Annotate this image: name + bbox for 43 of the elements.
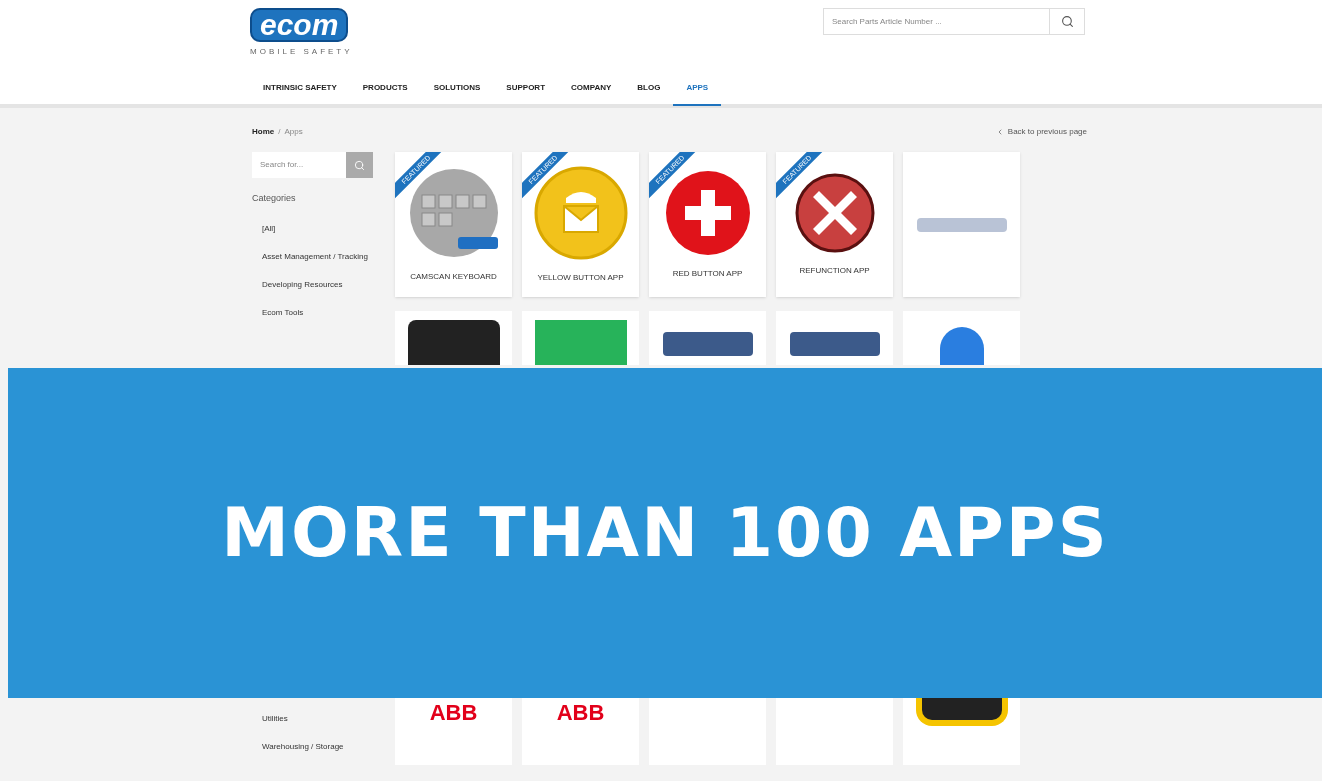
nav-tab[interactable]: APPS [673,82,722,106]
search-field[interactable]: Search for... [252,152,346,178]
app-card[interactable] [776,311,893,365]
nav-tab[interactable]: PRODUCTS [349,82,421,106]
search-button[interactable] [1050,8,1085,35]
categories-heading: Categories [252,192,297,205]
category-link[interactable]: Ecom Tools [262,305,373,320]
banner-headline: MORE THAN 100 APPS [221,492,1109,574]
search-icon [354,159,365,171]
app-name: RED BUTTON APP [672,267,743,280]
app-card[interactable]: ABB [522,698,639,765]
breadcrumb-link[interactable]: Home [252,126,275,138]
app-name: CAMSCAN KEYBOARD [410,270,497,283]
app-tile-icon [407,320,500,365]
category-link[interactable]: [All] [262,221,373,236]
app-card[interactable]: ABB [395,698,512,765]
category-link[interactable]: Asset Management / Tracking [262,249,373,264]
breadcrumb-separator: / [278,126,281,138]
nav-tab[interactable]: COMPANY [558,82,625,106]
search-button[interactable] [346,152,373,178]
nav-tab[interactable]: SOLUTIONS [420,82,494,106]
app-name: REFUNCTION APP [799,264,870,277]
category-link[interactable]: Warehousing / Storage [262,741,373,753]
app-card[interactable] [649,311,766,365]
category-link[interactable]: Developing Resources [262,277,373,292]
abb-logo: ABB [556,702,605,724]
nav-tab[interactable]: BLOG [624,82,674,106]
category-link[interactable]: Utilities [262,713,373,725]
abb-logo: ABB [429,702,478,724]
breadcrumb-current: Apps [284,126,303,138]
logo-wordmark: ecom [250,8,349,42]
wifi-tile-icon [915,698,1008,726]
ecom-logo[interactable]: ecom MOBILE SAFETY [250,8,353,58]
search-field[interactable]: Search Parts Article Number ... [823,8,1050,35]
nav-tab[interactable]: INTRINSIC SAFETY [250,82,350,106]
search-icon [1060,15,1074,28]
nav-tab[interactable]: SUPPORT [493,82,558,106]
back-link[interactable]: Back to previous page [1007,126,1087,138]
logo-tagline: MOBILE SAFETY [250,46,353,58]
app-tile-icon [534,320,627,365]
app-card[interactable] [395,311,512,365]
app-card[interactable] [903,698,1020,765]
app-name: YELLOW BUTTON APP [537,271,624,284]
